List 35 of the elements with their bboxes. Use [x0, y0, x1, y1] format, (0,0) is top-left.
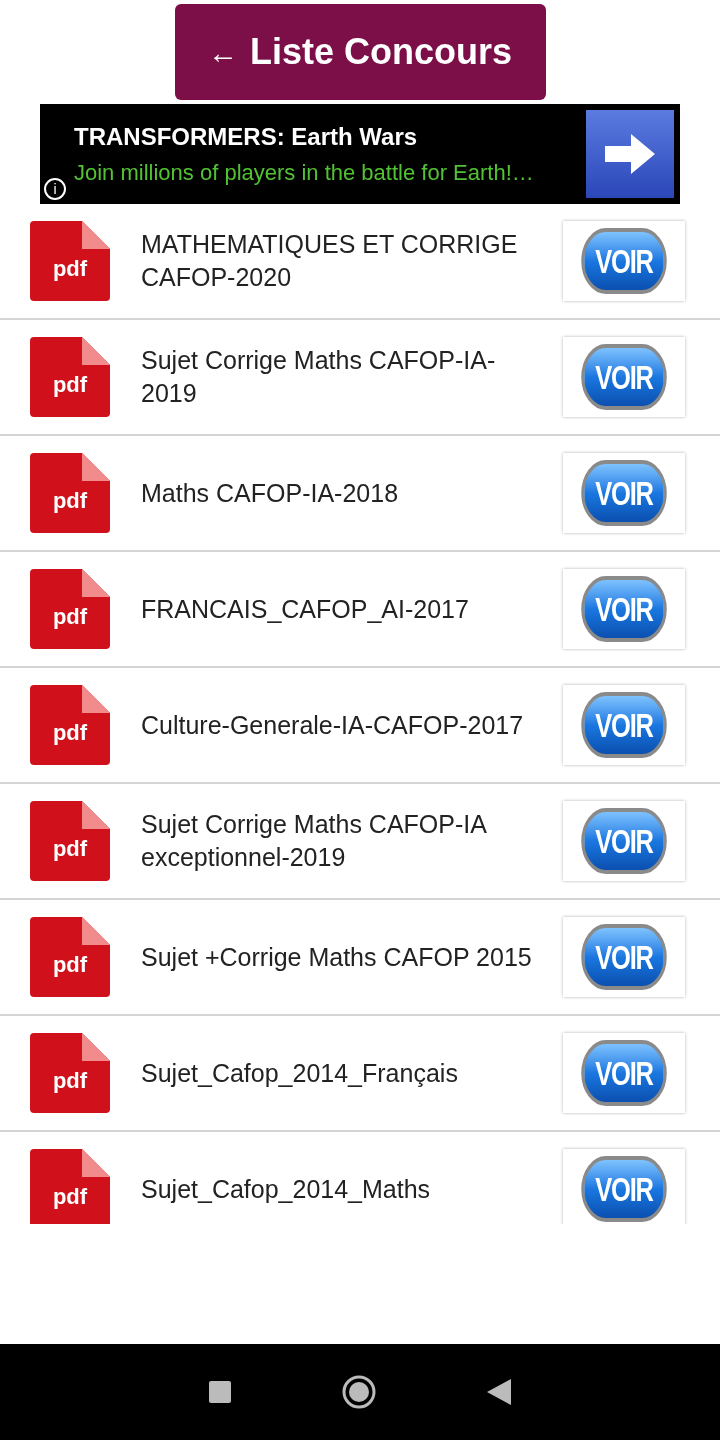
document-title: Sujet_Cafop_2014_Français — [141, 1057, 459, 1089]
ad-text: Join millions of players in the battle for Earth!… — [74, 160, 535, 186]
document-title: Culture-Generale-IA-CAFOP-2017 — [141, 709, 525, 741]
ad-banner[interactable]: TRANSFORMERS: Earth Wars Join millions of players in the battle for Earth!… i — [40, 104, 680, 204]
pdf-file-icon: pdf — [30, 221, 110, 301]
document-title: MATHEMATIQUES ET CORRIGE CAFOP-2020 — [141, 229, 519, 293]
pdf-file-icon: pdf — [30, 685, 110, 765]
voir-button[interactable]: VOIR — [563, 221, 685, 301]
pdf-file-icon: pdf — [30, 1033, 110, 1113]
document-title: Sujet +Corrige Maths CAFOP 2015 — [141, 941, 533, 973]
document-title: Sujet Corrige Maths CAFOP-IA-2019 — [141, 345, 497, 409]
ad-title: TRANSFORMERS: Earth Wars — [74, 122, 419, 152]
voir-button[interactable]: VOIR — [563, 453, 685, 533]
document-title: Maths CAFOP-IA-2018 — [141, 477, 400, 509]
arrow-right-icon[interactable] — [586, 110, 674, 198]
voir-button[interactable]: VOIR — [563, 1033, 685, 1113]
voir-button[interactable]: VOIR — [563, 801, 685, 881]
pdf-file-icon: pdf — [30, 337, 110, 417]
pdf-file-icon: pdf — [30, 453, 110, 533]
pdf-file-icon: pdf — [30, 801, 110, 881]
pdf-file-icon: pdf — [30, 1149, 110, 1224]
voir-button[interactable]: VOIR — [563, 917, 685, 997]
voir-button[interactable]: VOIR — [563, 569, 685, 649]
voir-button[interactable]: VOIR — [563, 1149, 685, 1224]
back-icon[interactable] — [487, 1379, 511, 1405]
voir-button[interactable]: VOIR — [563, 337, 685, 417]
document-title: FRANCAIS_CAFOP_AI-2017 — [141, 593, 470, 625]
pdf-file-icon: pdf — [30, 917, 110, 997]
info-icon[interactable]: i — [44, 178, 66, 200]
pdf-file-icon: pdf — [30, 569, 110, 649]
voir-button[interactable]: VOIR — [563, 685, 685, 765]
home-icon[interactable] — [341, 1374, 377, 1410]
document-title: Sujet Corrige Maths CAFOP-IA exceptionnel-2019 — [141, 809, 488, 873]
back-button[interactable]: ← Liste Concours — [174, 4, 546, 100]
document-title: Sujet_Cafop_2014_Maths — [141, 1173, 432, 1205]
